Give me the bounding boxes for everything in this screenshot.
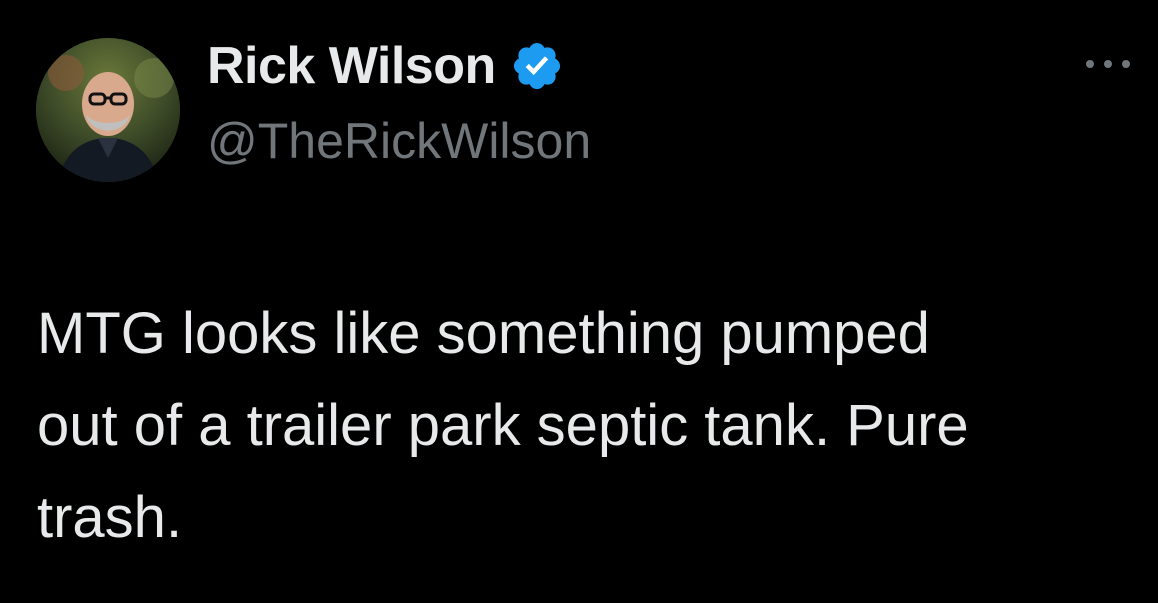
more-dot xyxy=(1086,60,1094,68)
tweet-text: MTG looks like something pumped out of a… xyxy=(37,288,1127,564)
tweet-text-line: out of a trailer park septic tank. Pure xyxy=(37,393,969,458)
avatar[interactable] xyxy=(36,38,180,182)
tweet-text-line: MTG looks like something pumped xyxy=(37,301,930,366)
tweet-card: Rick Wilson @TheRickWilson MTG looks lik… xyxy=(0,0,1158,603)
display-name[interactable]: Rick Wilson xyxy=(207,36,496,96)
author-name-row: Rick Wilson xyxy=(207,34,564,98)
tweet-text-line: trash. xyxy=(37,485,183,550)
verified-badge-icon[interactable] xyxy=(510,39,564,93)
more-dot xyxy=(1122,60,1130,68)
more-options-icon[interactable] xyxy=(1086,52,1130,76)
avatar-photo xyxy=(36,38,180,182)
user-handle[interactable]: @TheRickWilson xyxy=(207,112,591,170)
more-dot xyxy=(1104,60,1112,68)
